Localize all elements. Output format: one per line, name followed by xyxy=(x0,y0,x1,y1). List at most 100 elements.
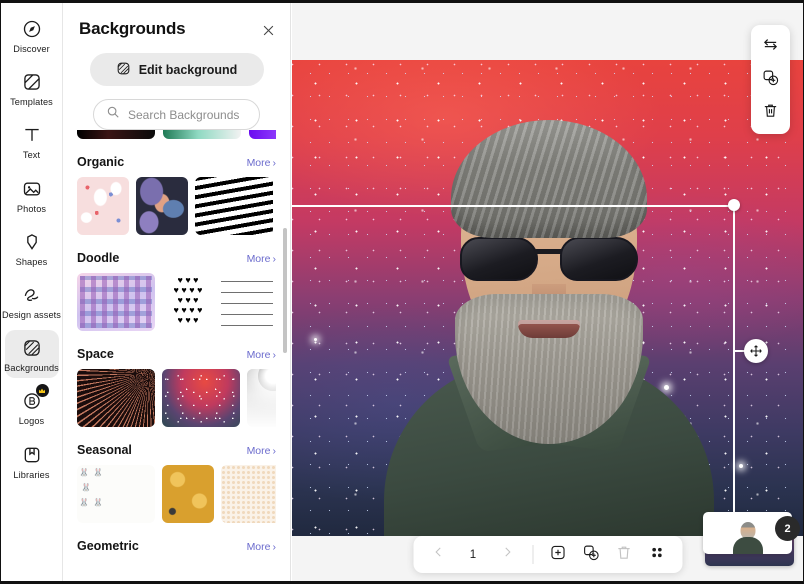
more-link-seasonal[interactable]: More › xyxy=(247,445,276,457)
backgrounds-icon xyxy=(116,61,131,79)
artboard[interactable] xyxy=(292,60,803,536)
search-icon xyxy=(106,105,120,124)
background-thumb[interactable] xyxy=(136,177,188,235)
resize-handle[interactable] xyxy=(728,199,740,211)
background-thumb[interactable] xyxy=(77,129,155,139)
selection-line-top xyxy=(292,205,734,207)
replace-button[interactable] xyxy=(755,31,786,62)
sidebar-item-label: Templates xyxy=(10,97,53,108)
portrait-subject xyxy=(383,106,714,536)
sidebar-item-photos[interactable]: Photos xyxy=(5,171,59,219)
logos-icon xyxy=(21,384,49,412)
category-geometric: Geometric More › xyxy=(77,539,276,553)
sidebar-item-templates[interactable]: Templates xyxy=(5,64,59,112)
page-toolbar: 1 xyxy=(413,536,682,573)
next-page-button[interactable] xyxy=(492,539,523,570)
background-thumb[interactable] xyxy=(221,273,273,331)
page-count-badge: 2 xyxy=(775,516,800,541)
libraries-icon xyxy=(21,444,43,466)
page-thumbnail-preview xyxy=(731,520,765,554)
sidebar-item-label: Discover xyxy=(13,44,50,54)
panel-scrollbar[interactable] xyxy=(283,228,287,353)
category-header: Doodle More › xyxy=(77,251,276,265)
more-label: More xyxy=(246,253,271,265)
more-link-organic[interactable]: More › xyxy=(247,157,276,169)
more-label: More xyxy=(246,349,271,361)
add-page-button[interactable] xyxy=(542,539,573,570)
background-thumb[interactable] xyxy=(162,273,214,331)
background-thumb[interactable] xyxy=(77,177,129,235)
sidebar-item-label: Photos xyxy=(16,203,47,214)
close-icon[interactable] xyxy=(259,21,277,39)
sidebar-item-backgrounds[interactable]: Backgrounds xyxy=(4,330,59,379)
background-thumb[interactable] xyxy=(77,369,155,427)
bright-star xyxy=(739,464,743,468)
sidebar-item-discover[interactable]: Discover xyxy=(5,11,59,59)
background-thumb[interactable] xyxy=(195,177,273,235)
sidebar-item-logos[interactable]: Logos xyxy=(5,383,59,431)
edit-background-label: Edit background xyxy=(138,62,238,77)
category-doodle: Doodle More › xyxy=(77,251,276,331)
prev-page-button[interactable] xyxy=(423,539,454,570)
app-window: Discover Templates Text Photos Shapes De… xyxy=(0,0,804,584)
more-link-geometric[interactable]: More › xyxy=(247,541,276,553)
sidebar-item-text[interactable]: Text xyxy=(5,117,59,165)
mouth xyxy=(517,320,580,338)
chevron-left-icon xyxy=(432,545,446,564)
category-organic: Organic More › xyxy=(77,155,276,235)
delete-page-button[interactable] xyxy=(608,539,639,570)
panel-scroll-content[interactable]: Organic More › Doodle More › ♥ ♥ ♥ ♥ ♥ ♥… xyxy=(63,129,290,581)
category-seasonal: Seasonal More › xyxy=(77,443,276,523)
category-header: Space More › xyxy=(77,347,276,361)
background-thumb[interactable] xyxy=(249,129,276,139)
duplicate-button[interactable] xyxy=(755,64,786,95)
category-name: Seasonal xyxy=(77,443,132,457)
text-icon xyxy=(21,124,43,146)
grid-view-button[interactable] xyxy=(641,539,672,570)
search-input[interactable] xyxy=(128,107,283,122)
templates-icon xyxy=(21,71,43,93)
background-thumb[interactable] xyxy=(163,129,241,139)
background-thumb[interactable] xyxy=(77,465,155,523)
more-label: More xyxy=(246,541,271,553)
duplicate-page-button[interactable] xyxy=(575,539,606,570)
category-name: Space xyxy=(77,347,114,361)
more-link-doodle[interactable]: More › xyxy=(247,253,276,265)
chevron-right-icon: › xyxy=(272,349,277,361)
page-thumbnail-stack[interactable]: 2 xyxy=(703,512,800,568)
toolbar-divider xyxy=(532,545,533,564)
category-thumbs xyxy=(77,369,276,427)
background-thumb[interactable] xyxy=(247,369,276,427)
search-bar[interactable] xyxy=(93,99,283,130)
duplicate-icon xyxy=(582,544,599,566)
canvas-area[interactable]: 1 2 xyxy=(292,3,803,581)
design-assets-icon xyxy=(21,284,43,306)
lens-right xyxy=(559,237,638,281)
trash-icon xyxy=(762,102,779,124)
move-handle[interactable] xyxy=(744,339,768,363)
sidebar-item-shapes[interactable]: Shapes xyxy=(5,224,59,272)
sidebar-item-design-assets[interactable]: Design assets xyxy=(2,277,61,325)
add-square-icon xyxy=(549,544,566,566)
background-thumb[interactable] xyxy=(162,465,214,523)
delete-button[interactable] xyxy=(755,97,786,128)
category-header: Seasonal More › xyxy=(77,443,276,457)
chevron-right-icon xyxy=(501,545,515,564)
background-thumb[interactable] xyxy=(162,369,240,427)
background-thumb[interactable] xyxy=(77,273,155,331)
backgrounds-panel: Backgrounds Edit background Search Backg… xyxy=(63,3,291,581)
left-rail: Discover Templates Text Photos Shapes De… xyxy=(1,3,63,581)
edit-background-button[interactable]: Edit background xyxy=(89,53,264,86)
sidebar-item-libraries[interactable]: Libraries xyxy=(5,437,59,485)
chevron-right-icon: › xyxy=(272,157,277,169)
background-thumb[interactable] xyxy=(221,465,276,523)
grid-icon xyxy=(648,544,665,566)
more-label: More xyxy=(246,445,271,457)
sidebar-item-label: Shapes xyxy=(15,256,48,267)
chevron-right-icon: › xyxy=(272,445,277,457)
sidebar-item-label: Backgrounds xyxy=(4,363,59,374)
more-link-space[interactable]: More › xyxy=(247,349,276,361)
category-header: Geometric More › xyxy=(77,539,276,553)
panel-header: Backgrounds Edit background xyxy=(63,3,290,130)
swap-arrows-icon xyxy=(762,36,779,58)
